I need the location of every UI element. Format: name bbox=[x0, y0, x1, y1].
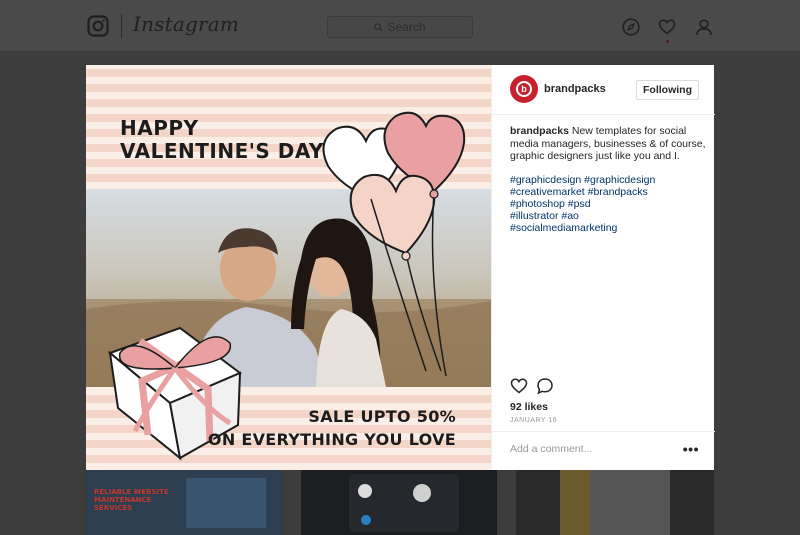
hashtag-line[interactable]: #photoshop #psd bbox=[510, 198, 706, 210]
headline-line-2: VALENTINE'S DAY bbox=[120, 139, 324, 163]
comment-bubble-icon[interactable] bbox=[536, 377, 554, 395]
instagram-camera-icon[interactable] bbox=[87, 15, 109, 37]
thumbnail-mockup bbox=[186, 478, 266, 528]
thumbnail-document-cover bbox=[560, 470, 590, 535]
post-header: b brandpacks Following bbox=[492, 65, 715, 115]
heart-activity-icon[interactable] bbox=[658, 18, 676, 36]
thumbnail-post-3[interactable] bbox=[516, 470, 714, 535]
top-navigation-bar: Instagram Search bbox=[0, 0, 800, 52]
thumbnail-post-1[interactable]: RELIABLE WEBSITE MAINTENANCE SERVICES bbox=[86, 470, 282, 535]
notification-dot bbox=[666, 40, 669, 43]
more-options-icon[interactable]: ••• bbox=[683, 441, 699, 457]
sale-line-2: ON EVERYTHING YOU LOVE bbox=[207, 430, 456, 449]
instagram-wordmark[interactable]: Instagram bbox=[133, 12, 239, 36]
sale-text: SALE UPTO 50% ON EVERYTHING YOU LOVE bbox=[208, 405, 456, 451]
thumbnail-title: RELIABLE WEBSITE MAINTENANCE SERVICES bbox=[94, 488, 169, 512]
headline-line-1: HAPPY bbox=[120, 116, 199, 140]
hashtag-line[interactable]: #illustrator #ao bbox=[510, 210, 706, 222]
post-caption: brandpacks New templates for social medi… bbox=[510, 125, 706, 163]
logo-divider bbox=[121, 14, 122, 38]
thumbnail-post-2[interactable] bbox=[301, 470, 497, 535]
thumbnail-dot-icon bbox=[358, 484, 372, 498]
comment-section: ••• bbox=[492, 431, 715, 470]
decor-stripe bbox=[86, 69, 491, 77]
like-count[interactable]: 92 likes bbox=[510, 401, 548, 413]
like-heart-icon[interactable] bbox=[510, 377, 528, 395]
search-icon bbox=[374, 22, 383, 32]
search-placeholder: Search bbox=[387, 20, 426, 34]
caption-username[interactable]: brandpacks bbox=[510, 125, 569, 137]
avatar[interactable]: b bbox=[510, 75, 538, 103]
hashtag-list: #graphicdesign #graphicdesign #creativem… bbox=[510, 174, 706, 234]
profile-icon[interactable] bbox=[695, 18, 713, 36]
post-modal: HAPPY VALENTINE'S DAY SALE UPTO 50% ON E… bbox=[86, 65, 715, 470]
comment-input[interactable] bbox=[510, 443, 660, 455]
hashtag-line[interactable]: #socialmediamarketing bbox=[510, 222, 706, 234]
hashtag-line[interactable]: #creativemarket #brandpacks bbox=[510, 186, 706, 198]
compass-explore-icon[interactable] bbox=[622, 18, 640, 36]
post-date: JANUARY 16 bbox=[510, 417, 558, 424]
following-button[interactable]: Following bbox=[636, 80, 699, 100]
post-image[interactable]: HAPPY VALENTINE'S DAY SALE UPTO 50% ON E… bbox=[86, 65, 491, 470]
hashtag-line[interactable]: #graphicdesign #graphicdesign bbox=[510, 174, 706, 186]
post-sidebar: b brandpacks Following brandpacks New te… bbox=[491, 65, 715, 470]
sale-line-1: SALE UPTO 50% bbox=[308, 407, 456, 426]
heart-balloons-illustration bbox=[322, 111, 466, 377]
headline: HAPPY VALENTINE'S DAY bbox=[120, 117, 324, 163]
search-input[interactable]: Search bbox=[327, 16, 473, 38]
author-username[interactable]: brandpacks bbox=[544, 83, 606, 95]
brandpacks-logo-icon: b bbox=[516, 81, 532, 97]
thumbnail-book-icon bbox=[413, 484, 431, 502]
thumbnail-blue-dot bbox=[361, 515, 371, 525]
